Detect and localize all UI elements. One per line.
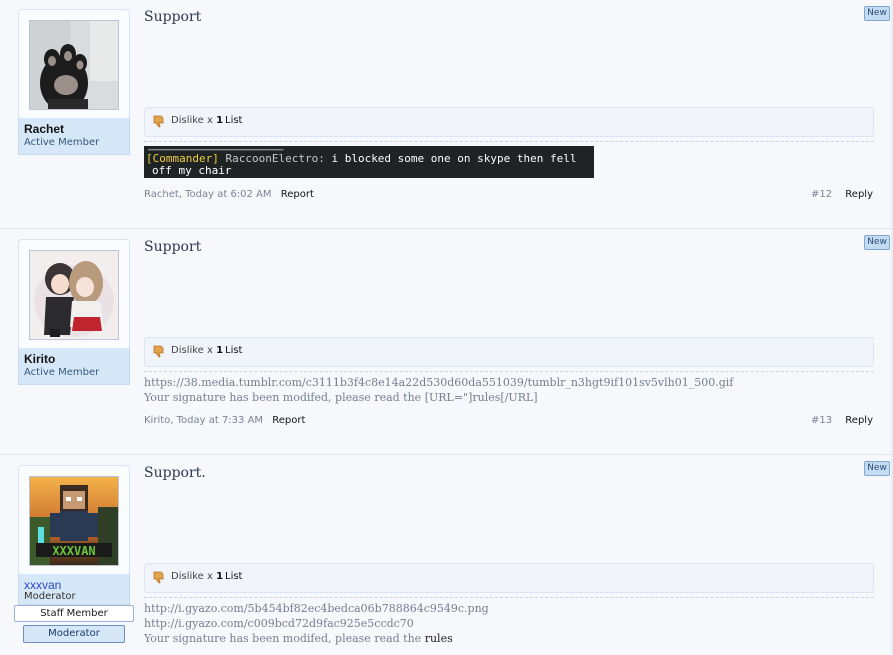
- user-info: Rachet Active Member: [18, 118, 130, 155]
- dislike-text: Dislike x 1: [171, 345, 224, 356]
- avatar-frame: [18, 9, 130, 120]
- dislike-text: Dislike x 1: [171, 571, 224, 582]
- signature-image: ▁▁▁▁▁▁▁▁▁▁▁▁▁▁▁▁▁▁▁▁▁▁▁▁▁ [Commander] Ra…: [144, 146, 594, 178]
- author-date[interactable]: Kirito, Today at 7:33 AM: [144, 415, 263, 426]
- new-indicator: New: [864, 235, 890, 250]
- user-title: Active Member: [24, 137, 100, 148]
- moderator-badge: Moderator: [23, 625, 125, 643]
- user-info: Kirito Active Member: [18, 348, 130, 385]
- signature-notice: Your signature has been modifed, please …: [144, 391, 538, 404]
- user-title: Active Member: [24, 367, 100, 378]
- likes-summary: Dislike x 1 List: [144, 563, 874, 593]
- avatar[interactable]: XXXVAN: [29, 476, 119, 566]
- reply-link[interactable]: Reply: [845, 189, 873, 200]
- chat-line: off my chair: [152, 164, 232, 177]
- username[interactable]: Rachet: [24, 122, 64, 136]
- list-link[interactable]: List: [225, 571, 242, 582]
- message-actions: #12 Reply: [811, 189, 873, 200]
- message-meta: Rachet, Today at 6:02 AM Report: [144, 189, 314, 200]
- signature-url[interactable]: http://i.gyazo.com/5b454bf82ec4bedca06b7…: [144, 602, 489, 615]
- new-indicator: New: [864, 461, 890, 476]
- signature-divider: [144, 597, 874, 598]
- avatar[interactable]: [29, 20, 119, 110]
- message-meta: Kirito, Today at 7:33 AM Report: [144, 415, 305, 426]
- signature-notice: Your signature has been modifed, please …: [144, 632, 453, 645]
- post-number[interactable]: #12: [811, 189, 832, 200]
- signature-url[interactable]: https://38.media.tumblr.com/c3111b3f4c8e…: [144, 376, 733, 389]
- signature-url[interactable]: http://i.gyazo.com/c009bcd72d9fac925e5cc…: [144, 617, 414, 630]
- reply-link[interactable]: Reply: [845, 415, 873, 426]
- likes-summary: Dislike x 1 List: [144, 337, 874, 367]
- new-indicator: New: [864, 6, 890, 21]
- avatar-frame: [18, 239, 130, 350]
- message-text: Support.: [144, 465, 206, 481]
- author-date[interactable]: Rachet, Today at 6:02 AM: [144, 189, 272, 200]
- avatar-frame: XXXVAN: [18, 465, 130, 576]
- username[interactable]: Kirito: [24, 352, 55, 366]
- post-13: Kirito Active Member Support Dislike x 1…: [0, 228, 893, 455]
- username[interactable]: xxxvan: [24, 578, 61, 592]
- dislike-text: Dislike x 1: [171, 115, 224, 126]
- rules-link[interactable]: rules: [425, 632, 453, 645]
- message-actions: #13 Reply: [811, 415, 873, 426]
- post-14: XXXVAN xxxvan Moderator Staff Member Mod…: [0, 454, 893, 655]
- post-12: Rachet Active Member Support Dislike x 1…: [0, 0, 893, 228]
- svg-text:XXXVAN: XXXVAN: [52, 544, 95, 558]
- user-title: Moderator: [24, 591, 76, 602]
- chat-fragment: ▁▁▁▁▁▁▁▁▁▁▁▁▁▁▁▁▁▁▁▁▁▁▁▁▁: [148, 146, 284, 151]
- list-link[interactable]: List: [225, 345, 242, 356]
- signature-divider: [144, 371, 874, 372]
- post-number[interactable]: #13: [811, 415, 832, 426]
- staff-member-badge: Staff Member: [14, 605, 134, 622]
- likes-summary: Dislike x 1 List: [144, 107, 874, 137]
- thumbs-down-icon: [152, 114, 166, 131]
- report-link[interactable]: Report: [281, 189, 314, 200]
- message-text: Support: [144, 9, 202, 25]
- avatar[interactable]: [29, 250, 119, 340]
- thumbs-down-icon: [152, 570, 166, 587]
- thumbs-down-icon: [152, 344, 166, 361]
- signature-divider: [144, 141, 874, 142]
- message-text: Support: [144, 239, 202, 255]
- list-link[interactable]: List: [225, 115, 242, 126]
- report-link[interactable]: Report: [272, 415, 305, 426]
- user-info: xxxvan Moderator: [18, 574, 130, 605]
